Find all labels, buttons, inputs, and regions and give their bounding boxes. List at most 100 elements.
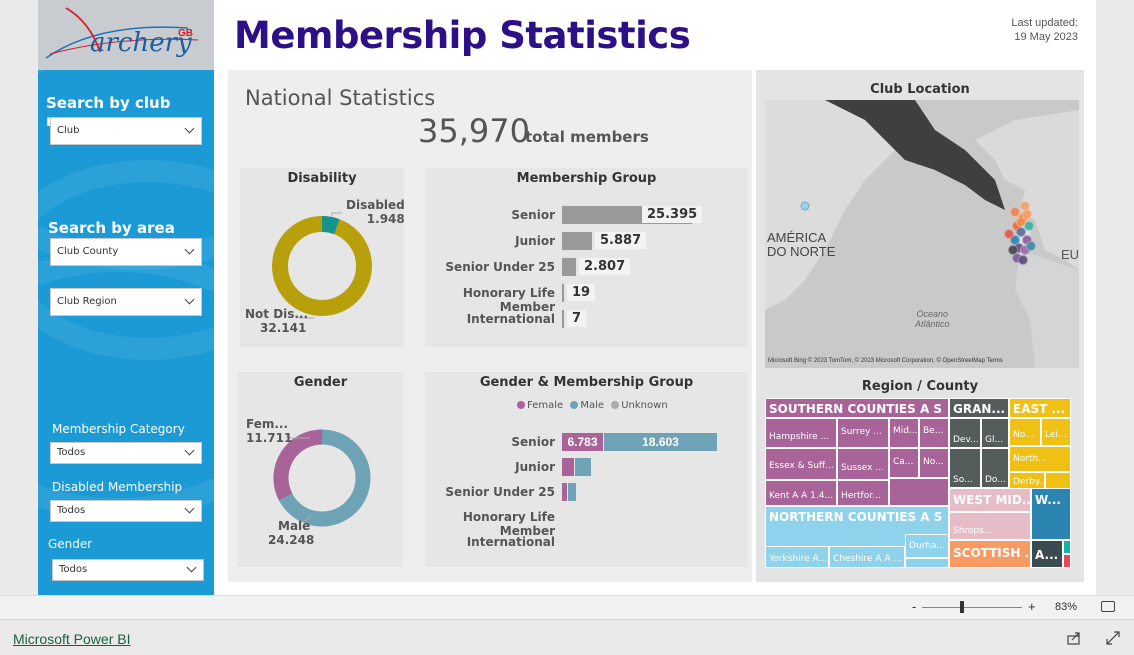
- map-attribution[interactable]: Microsoft Bing © 2023 TomTom, © 2023 Mic…: [768, 358, 1003, 364]
- tm-dev[interactable]: Dev...: [949, 418, 981, 448]
- tm-surrey[interactable]: Surrey ...: [837, 418, 889, 448]
- tm-no2[interactable]: No...: [1009, 418, 1041, 446]
- tm-lei[interactable]: Lei...: [1041, 418, 1071, 446]
- gender-group-row-label: Senior: [511, 435, 555, 449]
- female-value: 11.711: [246, 431, 293, 445]
- tm-a[interactable]: A...: [1031, 540, 1063, 568]
- gender-donut: [273, 429, 371, 527]
- membership-category-value: Todos: [57, 447, 86, 458]
- zoom-slider-handle[interactable]: [960, 601, 964, 613]
- tm-southern-rest[interactable]: [889, 478, 949, 506]
- tm-w[interactable]: W...: [1031, 488, 1071, 540]
- logo-text: archery: [90, 28, 192, 58]
- region-county-treemap[interactable]: SOUTHERN COUNTIES A S Hampshire ... Surr…: [765, 398, 1071, 568]
- total-members-label: total members: [525, 128, 649, 146]
- map-point[interactable]: [1010, 207, 1020, 217]
- gender-filter-value: Todos: [59, 564, 88, 575]
- membership-group-panel[interactable]: Membership Group Senior 25.395 Junior 5.887…: [425, 168, 748, 347]
- tm-gl[interactable]: Gl...: [981, 418, 1009, 448]
- tm-shrops[interactable]: Shrops...: [949, 512, 1031, 540]
- filter-sidebar: Search by club name Club Search by area …: [38, 70, 214, 595]
- zoom-out-button[interactable]: -: [912, 599, 916, 614]
- male-bar[interactable]: 18.603: [604, 433, 717, 451]
- chevron-down-icon: [184, 503, 195, 514]
- tm-cheshire[interactable]: Cheshire A A ...: [829, 546, 905, 568]
- disabled-membership-label: Disabled Membership: [52, 480, 183, 494]
- chevron-down-icon: [186, 562, 197, 573]
- legend-male-label: Male: [580, 400, 605, 411]
- tm-hertford[interactable]: Hertfor...: [837, 480, 889, 506]
- tm-be[interactable]: Be...: [919, 418, 949, 448]
- tm-scottish[interactable]: SCOTTISH ...: [949, 540, 1031, 568]
- disabled-value: 1.948: [366, 212, 405, 226]
- fit-to-page-icon[interactable]: [1101, 601, 1115, 612]
- female-label: Fem... 11.711: [246, 417, 292, 445]
- last-updated: Last updated: 19 May 2023: [1011, 16, 1078, 44]
- tm-durha[interactable]: Durha...: [905, 534, 949, 558]
- tm-kent[interactable]: Kent A A 1.4...: [765, 480, 837, 506]
- tm-essex[interactable]: Essex & Suff...: [765, 448, 837, 480]
- legend-dot-unknown: [611, 401, 620, 409]
- tm-hampshire[interactable]: Hampshire ...: [765, 418, 837, 448]
- male-label-text: Male: [278, 519, 311, 533]
- disability-panel[interactable]: Disability Disabled 1.948 Not Dis... 32.…: [240, 168, 405, 347]
- club-region-dropdown[interactable]: Club Region: [50, 288, 202, 316]
- tm-southern[interactable]: SOUTHERN COUNTIES A S: [765, 398, 949, 418]
- tm-mid[interactable]: Mid...: [889, 418, 919, 448]
- club-location-map[interactable]: AMÉRICA DO NORTE Oceano Atlântico EU Mic…: [765, 100, 1079, 368]
- tm-small-red[interactable]: [1063, 554, 1071, 568]
- zoom-in-button[interactable]: +: [1028, 599, 1036, 614]
- legend-female[interactable]: Female: [517, 400, 563, 411]
- disabled-label: Disabled 1.948: [346, 198, 405, 226]
- legend-female-label: Female: [527, 400, 564, 411]
- tm-yorkshire[interactable]: Yorkshire A...: [765, 546, 829, 568]
- male-bar[interactable]: [575, 458, 591, 476]
- club-county-dropdown[interactable]: Club County: [50, 238, 202, 266]
- membership-group-bar[interactable]: [562, 284, 564, 302]
- tm-ca[interactable]: Ca...: [889, 448, 919, 478]
- map-point[interactable]: [1016, 217, 1026, 227]
- zoom-slider[interactable]: [922, 607, 1022, 608]
- tm-do[interactable]: Do...: [981, 448, 1009, 488]
- tm-westmid[interactable]: WEST MID...: [949, 488, 1031, 512]
- map-point[interactable]: [1018, 255, 1028, 265]
- share-icon[interactable]: [1067, 631, 1081, 645]
- tm-gran[interactable]: GRAN...: [949, 398, 1009, 418]
- region-county-title: Region / County: [861, 379, 979, 394]
- membership-group-bar[interactable]: [562, 258, 576, 276]
- legend-unknown[interactable]: Unknown: [611, 400, 668, 411]
- map-label-america-1: AMÉRICA: [767, 230, 827, 245]
- not-disabled-value: 32.141: [260, 321, 307, 335]
- disabled-membership-dropdown[interactable]: Todos: [50, 500, 202, 522]
- map-point[interactable]: [1020, 201, 1030, 211]
- female-bar[interactable]: [562, 458, 574, 476]
- membership-category-dropdown[interactable]: Todos: [50, 442, 202, 464]
- map-point[interactable]: [1026, 241, 1036, 251]
- tm-so[interactable]: So...: [949, 448, 981, 488]
- tm-no[interactable]: No...: [919, 448, 949, 478]
- power-bi-link[interactable]: Microsoft Power BI: [13, 631, 130, 647]
- membership-group-bar[interactable]: [562, 310, 564, 328]
- zoom-level: 83%: [1055, 601, 1078, 613]
- fullscreen-icon[interactable]: [1106, 631, 1120, 645]
- female-bar[interactable]: [562, 483, 567, 501]
- legend-male[interactable]: Male: [570, 400, 604, 411]
- tm-northern-rest[interactable]: [905, 558, 949, 568]
- tm-small-teal[interactable]: [1063, 540, 1071, 554]
- club-dropdown[interactable]: Club: [50, 117, 202, 145]
- chevron-down-icon: [184, 244, 195, 255]
- membership-group-value: 2.807: [579, 258, 631, 275]
- female-bar[interactable]: 6.783: [562, 433, 603, 451]
- male-bar[interactable]: [568, 483, 576, 501]
- gender-membership-legend: Female Male Unknown: [517, 400, 668, 411]
- gender-membership-panel[interactable]: Gender & Membership Group Female Male Un…: [425, 372, 748, 567]
- membership-group-bar[interactable]: [562, 232, 592, 250]
- map-point[interactable]: [1004, 229, 1014, 239]
- tm-north-e[interactable]: North...: [1009, 446, 1071, 472]
- gender-filter-dropdown[interactable]: Todos: [52, 559, 204, 581]
- status-bar: - + 83%: [0, 595, 1134, 619]
- gender-panel[interactable]: Gender Fem... 11.711 Male 24.248: [238, 372, 403, 567]
- tm-east[interactable]: EAST ...: [1009, 398, 1071, 418]
- tm-sussex[interactable]: Sussex ...: [837, 448, 889, 480]
- map-label-america: AMÉRICA DO NORTE: [767, 231, 835, 259]
